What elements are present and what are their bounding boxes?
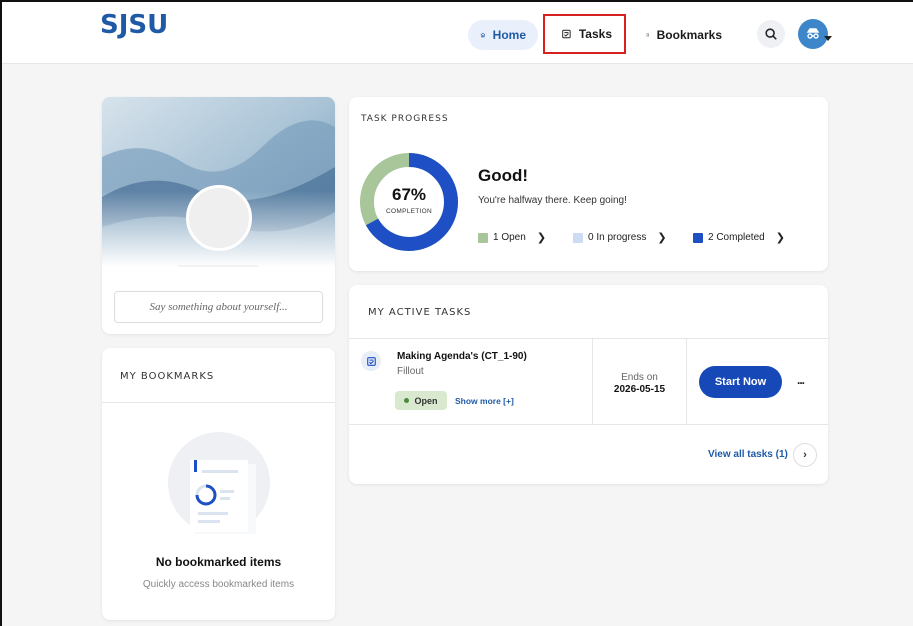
- status-dot-icon: [404, 398, 410, 403]
- ends-on-date: 2026-05-15: [613, 384, 666, 395]
- nav-bookmarks-button[interactable]: Bookmarks: [634, 20, 734, 50]
- my-bookmarks-card: MY BOOKMARKS No bookmarked items Quickly…: [102, 348, 335, 620]
- nav-tasks-button[interactable]: Tasks: [543, 14, 626, 54]
- chevron-right-icon: ❯: [536, 232, 547, 244]
- more-options-button[interactable]: ...: [797, 373, 805, 387]
- nav-home-label: Home: [492, 28, 526, 42]
- status-label: Open: [414, 395, 438, 406]
- progress-subtext: You're halfway there. Keep going!: [478, 195, 627, 206]
- start-now-button[interactable]: Start Now: [699, 366, 782, 398]
- nav-bookmarks-label: Bookmarks: [656, 28, 722, 42]
- task-type-icon: [361, 351, 381, 371]
- divider: [102, 402, 335, 403]
- legend-completed-swatch: [693, 232, 703, 243]
- status-badge: Open: [395, 391, 447, 410]
- bookmark-icon: [646, 33, 649, 37]
- search-icon: [765, 28, 777, 40]
- profile-card: Say something about yourself...: [102, 97, 335, 334]
- top-nav-bar: SJSU Home Tasks Bookmarks: [2, 2, 913, 64]
- task-progress-title: TASK PROGRESS: [361, 114, 449, 124]
- task-name[interactable]: Making Agenda's (CT_1-90): [397, 351, 527, 362]
- chevron-right-icon: ❯: [657, 232, 667, 244]
- my-active-tasks-card: MY ACTIVE TASKS Making Agenda's (CT_1-90…: [349, 285, 828, 484]
- empty-bookmarks-subtitle: Quickly access bookmarked items: [142, 579, 295, 590]
- view-all-tasks-link[interactable]: View all tasks (1): [708, 449, 788, 460]
- chevron-right-icon: ❯: [775, 232, 785, 244]
- divider: [686, 339, 687, 424]
- empty-bookmarks-title: No bookmarked items: [155, 555, 282, 569]
- view-all-tasks-arrow-button[interactable]: ›: [793, 443, 817, 467]
- about-yourself-input[interactable]: Say something about yourself...: [114, 291, 323, 323]
- legend-in-progress-label: 0 In progress: [588, 232, 647, 243]
- home-icon: [480, 32, 486, 38]
- tasks-icon: [562, 29, 571, 39]
- completion-percent: 67%: [391, 185, 427, 204]
- completion-label: COMPLETION: [386, 208, 432, 215]
- empty-bookmarks-illustration: [168, 432, 270, 534]
- legend-completed[interactable]: 2 Completed ❯: [693, 231, 785, 244]
- profile-avatar[interactable]: [186, 185, 252, 251]
- show-more-link[interactable]: Show more [+]: [455, 396, 514, 406]
- user-avatar-button[interactable]: [798, 19, 828, 49]
- nav-tasks-label: Tasks: [578, 27, 612, 41]
- user-avatar-icon: [806, 28, 820, 39]
- chevron-right-icon: ›: [803, 449, 807, 461]
- task-type: Fillout: [397, 366, 424, 377]
- sjsu-logo[interactable]: SJSU: [100, 10, 168, 40]
- progress-heading: Good!: [478, 166, 529, 185]
- legend-in-progress-swatch: [573, 232, 583, 243]
- ends-on-label: Ends on: [621, 372, 658, 383]
- chevron-down-icon[interactable]: [824, 36, 832, 41]
- legend-open[interactable]: 1 Open ❯: [478, 231, 546, 244]
- tasks-icon: [366, 356, 376, 366]
- legend-in-progress[interactable]: 0 In progress ❯: [573, 231, 667, 244]
- divider: [349, 424, 828, 425]
- profile-name-placeholder: [178, 265, 258, 267]
- app-window: SJSU Home Tasks Bookmarks Say something …: [0, 0, 913, 626]
- task-progress-card: TASK PROGRESS 67% COMPLETION Good! You'r…: [349, 97, 828, 271]
- search-button[interactable]: [757, 20, 785, 48]
- legend-open-label: 1 Open: [493, 232, 526, 243]
- bookmarks-title: MY BOOKMARKS: [120, 371, 215, 382]
- legend-open-swatch: [478, 232, 488, 243]
- legend-completed-label: 2 Completed: [708, 232, 765, 243]
- divider: [349, 338, 828, 339]
- active-tasks-title: MY ACTIVE TASKS: [368, 307, 472, 318]
- nav-home-button[interactable]: Home: [468, 20, 538, 50]
